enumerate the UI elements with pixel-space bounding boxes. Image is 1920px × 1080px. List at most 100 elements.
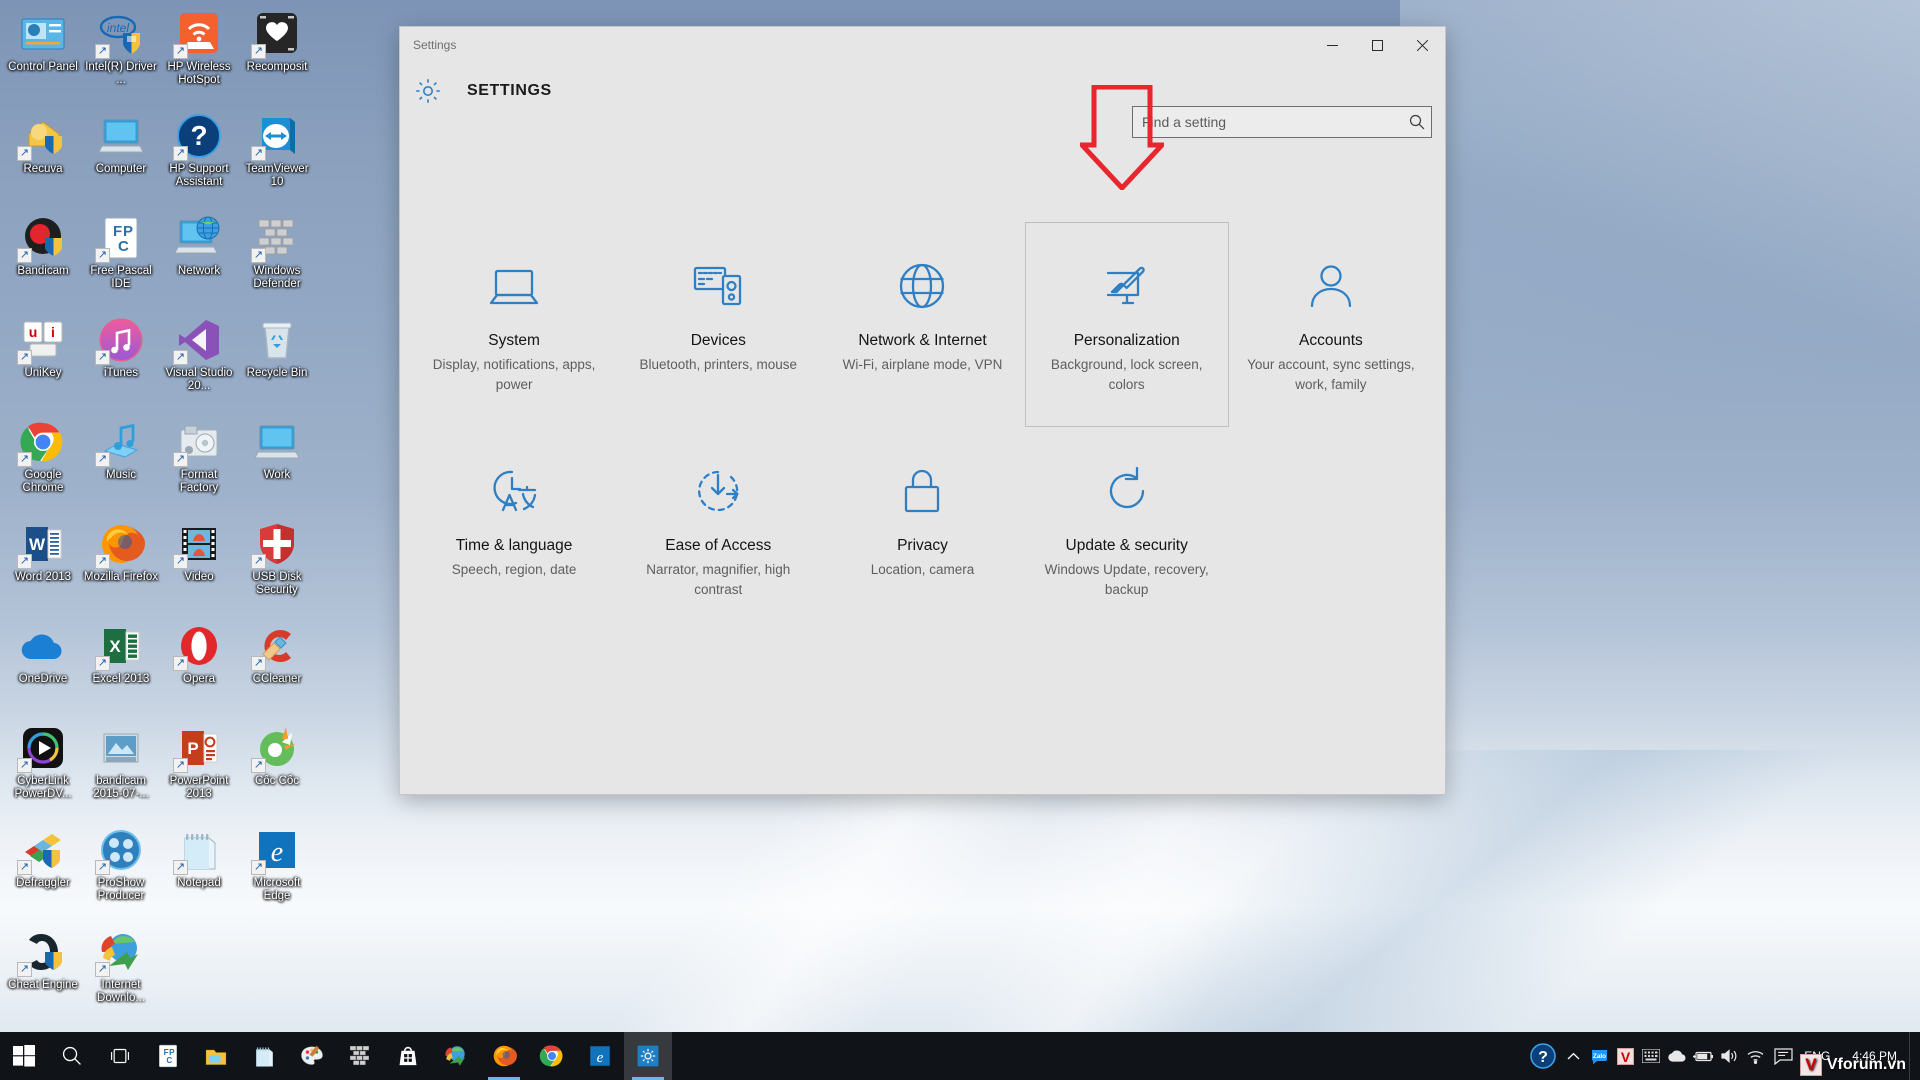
onedrive-icon[interactable]: [1664, 1032, 1690, 1080]
desktop-icon[interactable]: e Microsoft Edge: [238, 822, 316, 924]
show-desktop-button[interactable]: [1909, 1032, 1916, 1080]
desktop-icon[interactable]: Mozilla Firefox: [82, 516, 160, 618]
ccleaner-icon: [251, 622, 301, 671]
microsoft-edge-icon: e: [587, 1043, 613, 1069]
vcleaner-icon[interactable]: V: [1612, 1032, 1638, 1080]
desktop-icon[interactable]: Cheat Engine: [4, 924, 82, 1026]
settings-tile-devices[interactable]: Devices Bluetooth, printers, mouse: [616, 222, 820, 427]
desktop-icon[interactable]: P PowerPoint 2013: [160, 720, 238, 822]
action-center-icon[interactable]: [1768, 1032, 1798, 1080]
window-titlebar[interactable]: Settings: [400, 27, 1445, 63]
svg-text:Zalo: Zalo: [1593, 1053, 1606, 1060]
volume-icon[interactable]: [1716, 1032, 1742, 1080]
zalo-icon[interactable]: Zalo: [1586, 1032, 1612, 1080]
shortcut-overlay-icon: [17, 554, 32, 569]
taskbar-free-pascal[interactable]: FPC: [144, 1032, 192, 1080]
taskbar-firefox[interactable]: [480, 1032, 528, 1080]
taskbar-notepad[interactable]: [240, 1032, 288, 1080]
desktop-icon[interactable]: CCleaner: [238, 618, 316, 720]
desktop-icon[interactable]: FPCFree Pascal IDE: [82, 210, 160, 312]
desktop-icon[interactable]: Opera: [160, 618, 238, 720]
desktop-icon-label: Defraggler: [16, 877, 70, 889]
taskbar-chrome[interactable]: [528, 1032, 576, 1080]
taskbar[interactable]: FPC e ? Zalo V ENG 4:46 PM: [0, 1032, 1920, 1080]
desktop-icon[interactable]: ProShow Producer: [82, 822, 160, 924]
shortcut-overlay-icon: [17, 758, 32, 773]
clock[interactable]: 4:46 PM: [1840, 1032, 1909, 1080]
taskbar-paint[interactable]: [288, 1032, 336, 1080]
desktop-icon[interactable]: iTunes: [82, 312, 160, 414]
taskbar-store[interactable]: [384, 1032, 432, 1080]
desktop-icon[interactable]: Visual Studio 20...: [160, 312, 238, 414]
desktop-icon[interactable]: Music: [82, 414, 160, 516]
settings-tile-name: System: [488, 332, 540, 349]
desktop-icon[interactable]: Video: [160, 516, 238, 618]
maximize-button[interactable]: [1355, 30, 1400, 60]
desktop-icon[interactable]: Internet Downlo...: [82, 924, 160, 1026]
desktop-icon[interactable]: USB Disk Security: [238, 516, 316, 618]
usb-disk-security-icon: [251, 520, 301, 569]
close-button[interactable]: [1400, 30, 1445, 60]
search-input[interactable]: [1133, 114, 1403, 130]
desktop-icon[interactable]: OneDrive: [4, 618, 82, 720]
desktop-icon[interactable]: Notepad: [160, 822, 238, 924]
desktop-icon[interactable]: X Excel 2013: [82, 618, 160, 720]
taskbar-search[interactable]: [48, 1032, 96, 1080]
minimize-button[interactable]: [1310, 30, 1355, 60]
settings-tile-ease-of-access[interactable]: Ease of Access Narrator, magnifier, high …: [616, 427, 820, 632]
taskbar-idm[interactable]: [432, 1032, 480, 1080]
chevron-up-icon[interactable]: [1560, 1032, 1586, 1080]
wifi-icon[interactable]: [1742, 1032, 1768, 1080]
desktop-icon-label: UniKey: [24, 367, 62, 379]
desktop-icon[interactable]: Format Factory: [160, 414, 238, 516]
taskbar-settings[interactable]: [624, 1032, 672, 1080]
desktop-icon[interactable]: bandicam 2015-07-...: [82, 720, 160, 822]
firefox-icon: [491, 1043, 517, 1069]
taskbar-file-explorer[interactable]: [192, 1032, 240, 1080]
desktop-icon[interactable]: Work: [238, 414, 316, 516]
desktop-icon[interactable]: ui UniKey: [4, 312, 82, 414]
desktop-icon[interactable]: HP Wireless HotSpot: [160, 6, 238, 108]
desktop-icon-label: Mozilla Firefox: [83, 571, 159, 583]
desktop-icon[interactable]: Recycle Bin: [238, 312, 316, 414]
hp-wireless-hotspot-icon: [173, 10, 223, 59]
desktop-icon[interactable]: Computer: [82, 108, 160, 210]
desktop-icon[interactable]: ? HP Support Assistant: [160, 108, 238, 210]
desktop-background[interactable]: Control Panel intel Intel(R) Driver ... HP …: [0, 0, 1920, 1080]
svg-text:i: i: [51, 324, 55, 340]
keyboard-icon[interactable]: [1638, 1032, 1664, 1080]
language-indicator[interactable]: ENG: [1798, 1032, 1840, 1080]
search-icon[interactable]: [1403, 114, 1431, 130]
desktop-icon[interactable]: CyberLink PowerDV...: [4, 720, 82, 822]
desktop-icon[interactable]: Control Panel: [4, 6, 82, 108]
desktop-icon[interactable]: Google Chrome: [4, 414, 82, 516]
settings-tile-system[interactable]: System Display, notifications, apps, powe…: [412, 222, 616, 427]
search-box[interactable]: [1132, 106, 1432, 138]
paint-icon: [299, 1043, 325, 1069]
desktop-icon[interactable]: W Word 2013: [4, 516, 82, 618]
settings-tile-network-internet[interactable]: Network & Internet Wi-Fi, airplane mode, …: [820, 222, 1024, 427]
taskbar-task-view[interactable]: [96, 1032, 144, 1080]
windows-start-icon[interactable]: [0, 1032, 48, 1080]
settings-tile-privacy[interactable]: Privacy Location, camera: [820, 427, 1024, 632]
settings-window[interactable]: Settings SETTINGS Find a setting System …: [400, 27, 1445, 794]
desktop-icon[interactable]: Network: [160, 210, 238, 312]
settings-tile-update-security[interactable]: Update & security Windows Update, recover…: [1025, 427, 1229, 632]
taskbar-edge[interactable]: e: [576, 1032, 624, 1080]
desktop-icon[interactable]: Windows Defender: [238, 210, 316, 312]
desktop-icon[interactable]: Recomposit: [238, 6, 316, 108]
desktop-icon[interactable]: Defraggler: [4, 822, 82, 924]
desktop-icon[interactable]: Recuva: [4, 108, 82, 210]
settings-tile-personalization[interactable]: Personalization Background, lock screen, …: [1024, 222, 1229, 427]
desktop-icon-label: Windows Defender: [253, 265, 301, 290]
settings-tile-time-language[interactable]: Time & language Speech, region, date: [412, 427, 616, 632]
settings-tile-name: Network & Internet: [858, 332, 987, 349]
desktop-icon[interactable]: intel Intel(R) Driver ...: [82, 6, 160, 108]
hp-support-assistant-icon[interactable]: ?: [1526, 1032, 1560, 1080]
battery-icon[interactable]: [1690, 1032, 1716, 1080]
desktop-icon[interactable]: Bandicam: [4, 210, 82, 312]
taskbar-windows-defender[interactable]: [336, 1032, 384, 1080]
desktop-icon[interactable]: TeamViewer 10: [238, 108, 316, 210]
settings-tile-accounts[interactable]: Accounts Your account, sync settings, wor…: [1229, 222, 1433, 427]
desktop-icon[interactable]: Cốc Cốc: [238, 720, 316, 822]
